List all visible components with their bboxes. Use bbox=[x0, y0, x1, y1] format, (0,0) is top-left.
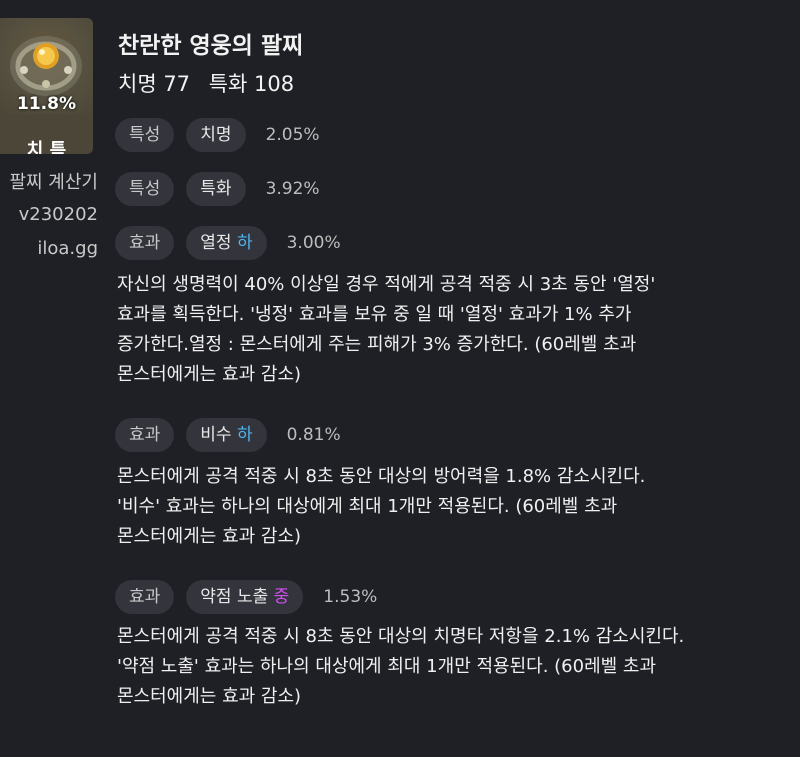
site-label[interactable]: iloa.gg bbox=[0, 238, 98, 259]
item-card[interactable]: 11.8% 치 특 bbox=[0, 18, 93, 154]
effect-value: 1.53% bbox=[323, 587, 378, 607]
effect-name: 치명 bbox=[200, 125, 232, 145]
calculator-label: 팔찌 계산기 bbox=[9, 172, 98, 193]
item-name: 찬란한 영웅의 팔찌 bbox=[118, 33, 304, 59]
effect-name-pill: 특화 bbox=[186, 172, 246, 206]
effect-name-pill: 열정 하 bbox=[186, 226, 267, 260]
effect-value: 2.05% bbox=[265, 125, 320, 145]
effect-type-pill: 효과 bbox=[115, 226, 175, 260]
effect-name-pill: 비수 하 bbox=[186, 418, 267, 452]
effect-row: 특성 치명 2.05% bbox=[115, 118, 320, 152]
stat-spec: 특화 108 bbox=[208, 72, 295, 96]
effect-description: 자신의 생명력이 40% 이상일 경우 적에게 공격 적중 시 3초 동안 '열… bbox=[117, 274, 656, 385]
effect-row: 효과 약점 노출 중 1.53% bbox=[115, 580, 377, 614]
effect-type-pill: 특성 bbox=[115, 172, 175, 206]
effect-type-pill: 효과 bbox=[115, 580, 175, 614]
effect-description: 몬스터에게 공격 적중 시 8초 동안 대상의 방어력을 1.8% 감소시킨다.… bbox=[117, 466, 646, 547]
item-stat-abbr: 치 특 bbox=[26, 140, 67, 154]
effect-row: 효과 열정 하 3.00% bbox=[115, 226, 341, 260]
effect-name: 비수 bbox=[200, 425, 232, 445]
effect-name: 약점 노출 bbox=[200, 587, 269, 607]
effect-type-pill: 특성 bbox=[115, 118, 175, 152]
effect-row: 효과 비수 하 0.81% bbox=[115, 418, 341, 452]
bracelet-tooltip: 11.8% 치 특 팔찌 계산기 v230202 iloa.gg 찬란한 영웅의… bbox=[0, 0, 800, 757]
item-stats: 치명 77 특화 108 bbox=[118, 68, 306, 98]
stat-crit: 치명 77 bbox=[118, 72, 191, 96]
effect-grade: 중 bbox=[273, 587, 290, 607]
version-label: v230202 bbox=[18, 204, 98, 225]
effect-type-pill: 효과 bbox=[115, 418, 175, 452]
effect-row: 특성 특화 3.92% bbox=[115, 172, 320, 206]
effect-value: 3.92% bbox=[265, 179, 320, 199]
effect-grade: 하 bbox=[236, 425, 253, 445]
effect-value: 3.00% bbox=[286, 233, 341, 253]
effect-description: 몬스터에게 공격 적중 시 8초 동안 대상의 치명타 저항을 2.1% 감소시… bbox=[117, 626, 685, 707]
item-percent: 11.8% bbox=[17, 94, 76, 114]
effect-name: 열정 bbox=[200, 233, 232, 253]
effect-grade: 하 bbox=[236, 233, 253, 253]
effect-name-pill: 치명 bbox=[186, 118, 246, 152]
effect-name: 특화 bbox=[200, 179, 232, 199]
effect-value: 0.81% bbox=[286, 425, 341, 445]
effect-name-pill: 약점 노출 중 bbox=[186, 580, 304, 614]
